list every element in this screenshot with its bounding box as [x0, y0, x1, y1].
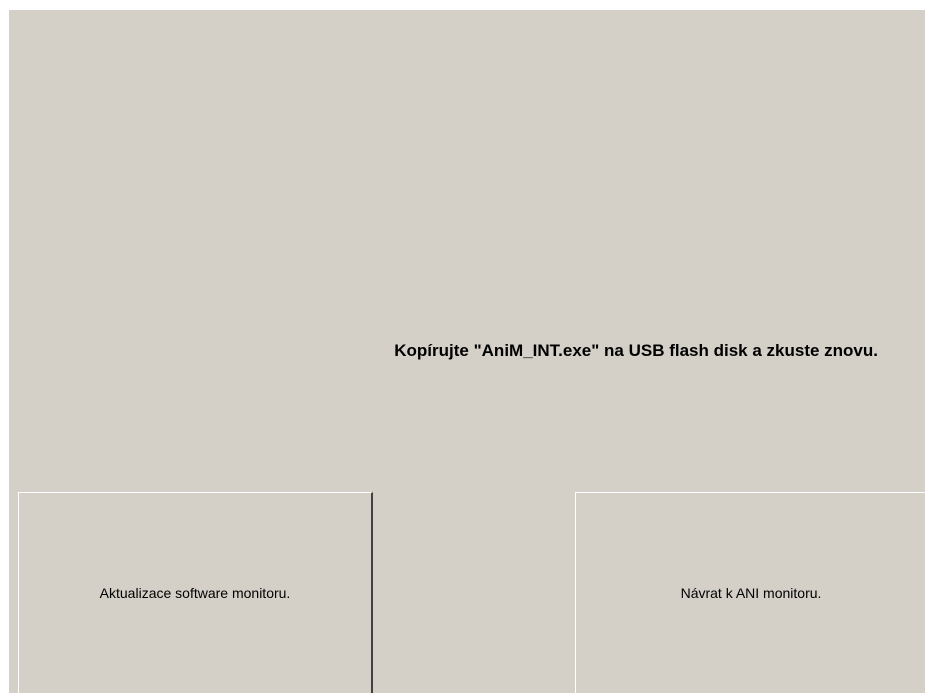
dialog-screen: Kopírujte "AniM_INT.exe" na USB flash di…	[9, 10, 925, 693]
return-to-monitor-label: Návrat k ANI monitoru.	[680, 585, 822, 601]
instruction-message: Kopírujte "AniM_INT.exe" na USB flash di…	[394, 341, 878, 360]
update-software-button[interactable]: Aktualizace software monitoru.	[18, 492, 373, 693]
return-to-monitor-button[interactable]: Návrat k ANI monitoru.	[575, 492, 925, 693]
update-software-label: Aktualizace software monitoru.	[99, 585, 291, 601]
